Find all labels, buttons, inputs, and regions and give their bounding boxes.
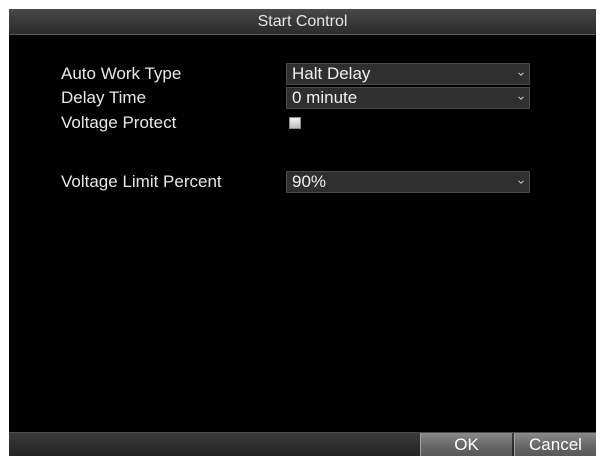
chevron-down-icon: [518, 72, 524, 76]
voltage-limit-percent-select[interactable]: 90%: [286, 171, 530, 193]
voltage-limit-percent-label: Voltage Limit Percent: [61, 172, 222, 191]
delay-time-label: Delay Time: [61, 88, 147, 107]
auto-work-type-row: Auto Work Type Halt Delay: [9, 62, 596, 86]
voltage-protect-checkbox[interactable]: [289, 117, 301, 129]
chevron-down-icon: [518, 96, 524, 100]
auto-work-type-value: Halt Delay: [292, 64, 371, 83]
delay-time-value: 0 minute: [292, 88, 358, 107]
ok-button[interactable]: OK: [420, 433, 512, 456]
button-bar: OK Cancel: [9, 432, 596, 456]
auto-work-type-label: Auto Work Type: [61, 64, 182, 83]
delay-time-select[interactable]: 0 minute: [286, 87, 530, 109]
voltage-protect-label: Voltage Protect: [61, 113, 177, 132]
title-bar: Start Control: [9, 9, 596, 35]
voltage-protect-row: Voltage Protect: [9, 111, 596, 135]
auto-work-type-select[interactable]: Halt Delay: [286, 63, 530, 85]
voltage-limit-percent-value: 90%: [292, 172, 327, 191]
cancel-button[interactable]: Cancel: [514, 433, 596, 456]
start-control-dialog: Start Control Auto Work Type Halt Delay …: [9, 9, 596, 456]
delay-time-row: Delay Time 0 minute: [9, 86, 596, 110]
chevron-down-icon: [518, 180, 524, 184]
voltage-limit-percent-row: Voltage Limit Percent 90%: [9, 170, 596, 194]
dialog-title: Start Control: [257, 13, 348, 30]
